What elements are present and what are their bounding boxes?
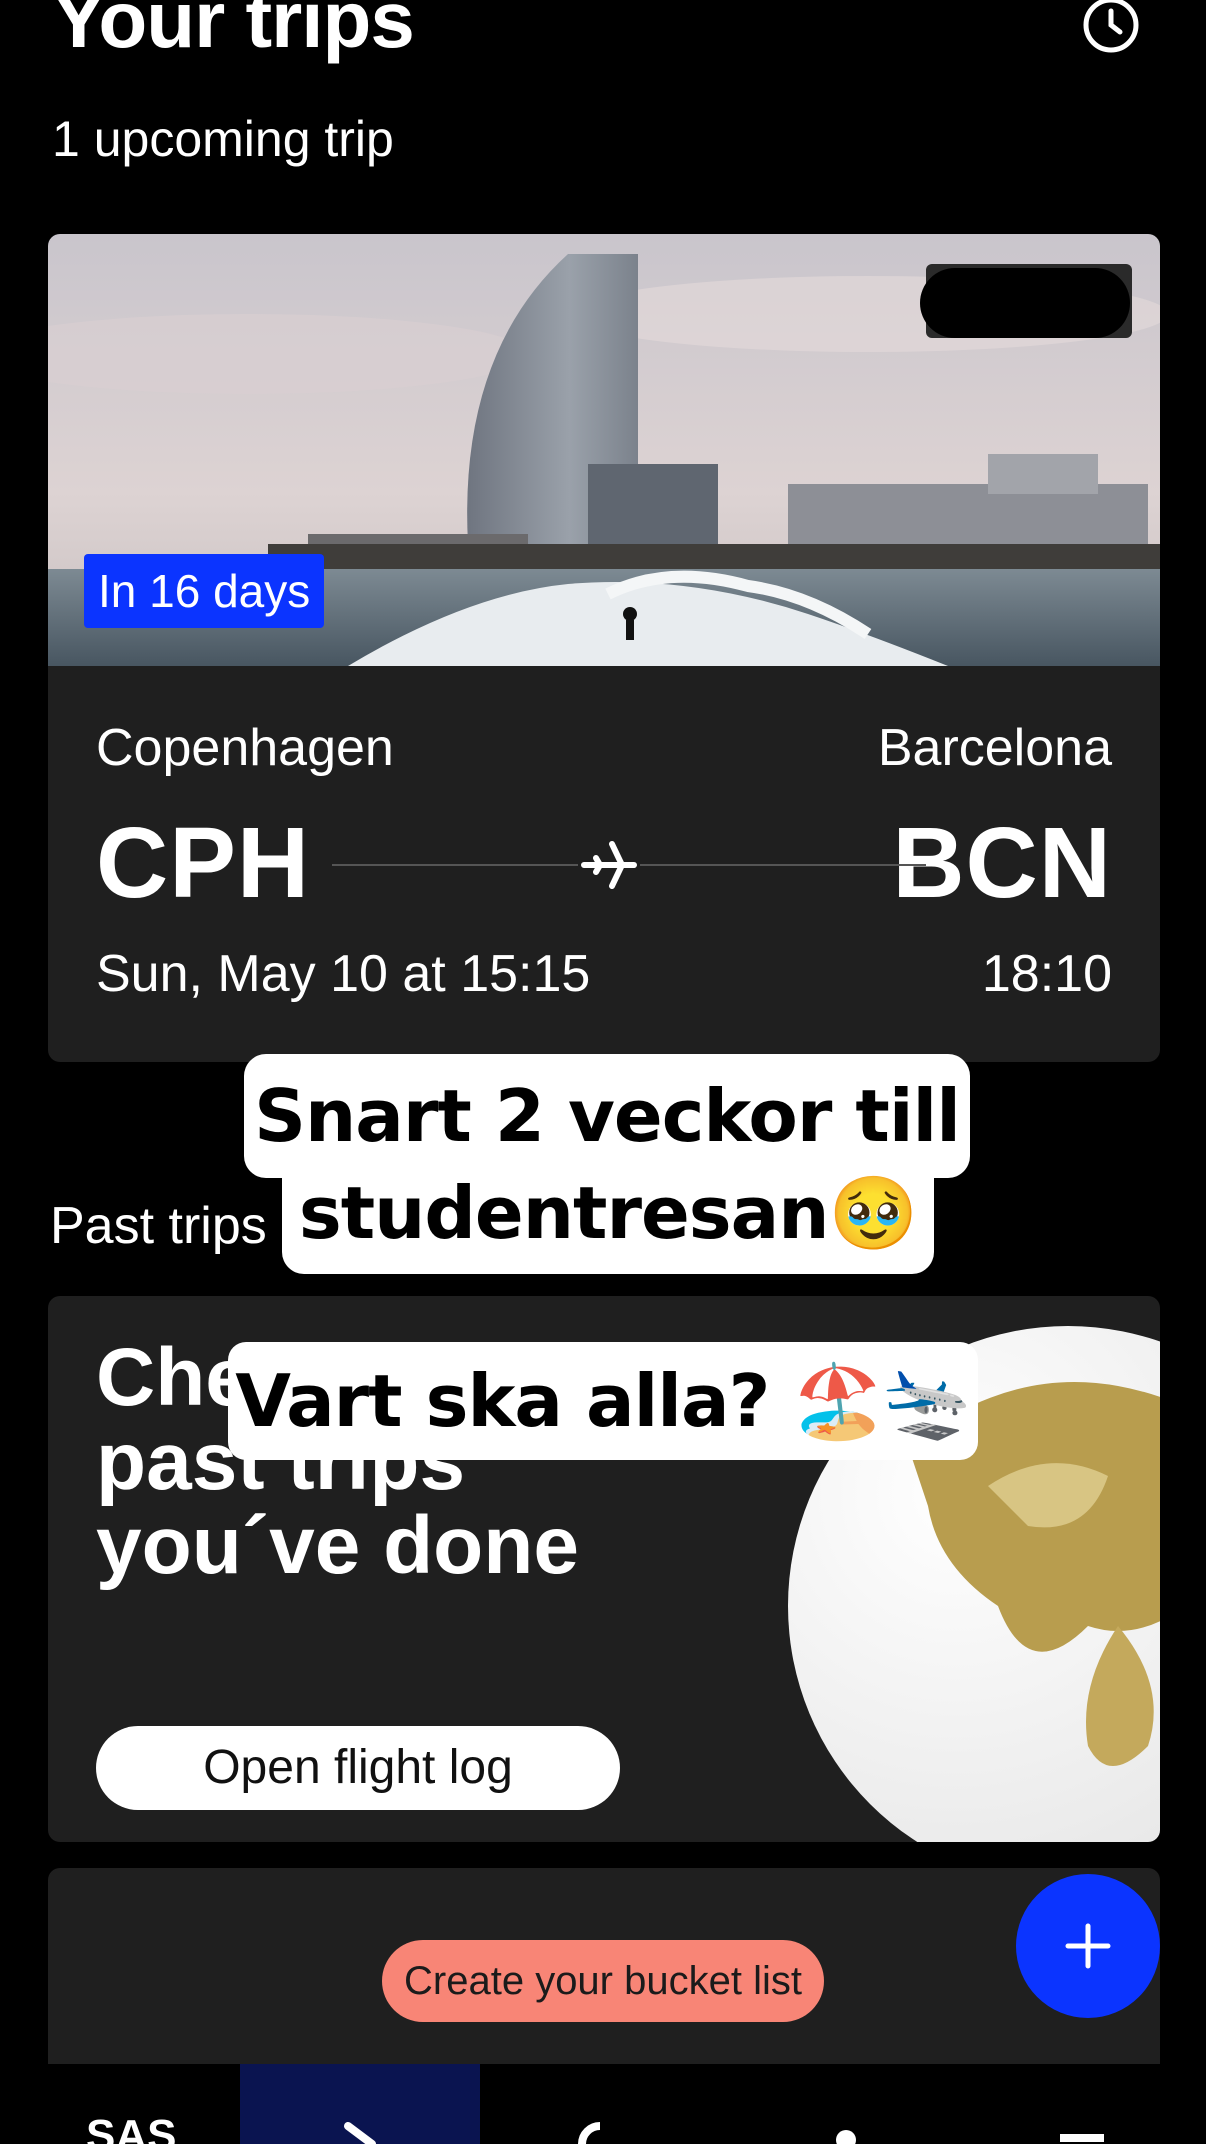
menu-icon xyxy=(1060,2134,1104,2142)
nav-home[interactable]: SAS xyxy=(0,2064,240,2144)
redacted-label xyxy=(920,264,1132,338)
caption-sticker-line2: studentresan🥹 xyxy=(282,1152,934,1274)
upcoming-count: 1 upcoming trip xyxy=(52,111,394,167)
nav-trips[interactable] xyxy=(240,2064,480,2144)
nav-search[interactable] xyxy=(480,2064,720,2144)
search-icon xyxy=(578,2122,622,2144)
home-icon: SAS xyxy=(86,2111,176,2144)
countdown-badge: In 16 days xyxy=(84,554,325,628)
svg-text:SAS: SAS xyxy=(86,2111,176,2144)
create-bucket-list-button[interactable]: Create your bucket list xyxy=(382,1940,824,2022)
plane-nav-icon xyxy=(344,2122,376,2144)
upcoming-trip-card[interactable]: In 16 days Copenhagen Barcelona CPH BCN … xyxy=(48,234,1160,1062)
caption-sticker-question: Vart ska alla? 🏖️🛬 xyxy=(228,1342,978,1460)
open-flight-log-button[interactable]: Open flight log xyxy=(96,1726,620,1810)
profile-icon xyxy=(836,2130,856,2144)
origin-code: CPH xyxy=(96,807,311,919)
history-icon[interactable] xyxy=(1080,0,1142,56)
departure-time: Sun, May 10 at 15:15 xyxy=(96,945,591,1003)
bottom-navigation: SAS xyxy=(0,2064,1206,2144)
airplane-icon xyxy=(578,834,640,896)
nav-profile[interactable] xyxy=(720,2064,960,2144)
nav-menu[interactable] xyxy=(960,2064,1200,2144)
past-trips-heading: Past trips xyxy=(50,1197,267,1255)
arrival-time: 18:10 xyxy=(981,945,1112,1003)
destination-city: Barcelona xyxy=(877,719,1112,777)
plus-icon xyxy=(1065,1923,1111,1969)
add-trip-button[interactable] xyxy=(1016,1874,1160,2018)
origin-city: Copenhagen xyxy=(96,719,394,777)
page-title: Your trips xyxy=(52,0,415,64)
